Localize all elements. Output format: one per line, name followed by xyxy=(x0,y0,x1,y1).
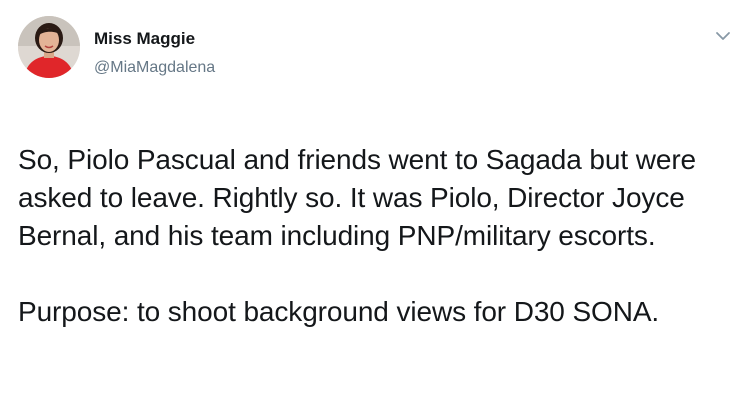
author-display-name[interactable]: Miss Maggie xyxy=(94,29,195,49)
author-avatar[interactable] xyxy=(18,16,80,78)
tweet-paragraph: So, Piolo Pascual and friends went to Sa… xyxy=(18,144,697,251)
tweet-text: So, Piolo Pascual and friends went to Sa… xyxy=(18,141,738,331)
author-handle[interactable]: @MiaMagdalena xyxy=(94,59,215,77)
tweet-paragraph: Purpose: to shoot background views for D… xyxy=(18,296,660,327)
chevron-down-icon[interactable] xyxy=(712,26,734,46)
person-avatar-icon xyxy=(18,16,80,78)
tweet-card: Miss Maggie @MiaMagdalena So, Piolo Pasc… xyxy=(0,0,750,400)
